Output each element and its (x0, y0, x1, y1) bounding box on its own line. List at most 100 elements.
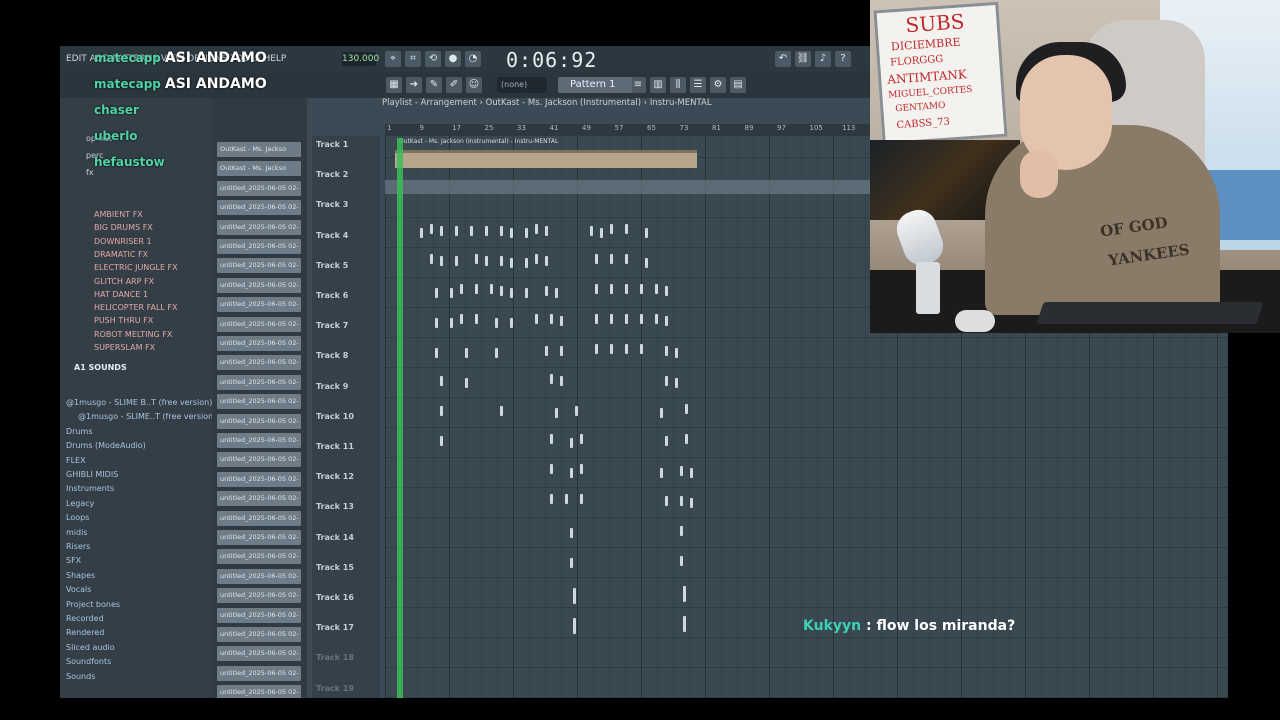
track-name[interactable]: Track 11 (316, 442, 354, 451)
sample-clip[interactable] (625, 344, 628, 354)
channel-button[interactable]: untitled_2025-06-05 02- (217, 588, 301, 604)
sample-clip[interactable] (525, 288, 528, 298)
sample-clip[interactable] (455, 226, 458, 236)
channel-button[interactable]: untitled_2025-06-05 02- (217, 316, 301, 332)
browser-folder[interactable]: FLEX (66, 456, 86, 465)
sample-clip[interactable] (435, 288, 438, 298)
track-name[interactable]: Track 7 (316, 321, 348, 330)
sample-clip[interactable] (665, 436, 668, 446)
channel-button[interactable]: untitled_2025-06-05 02- (217, 297, 301, 313)
sample-clip[interactable] (665, 376, 668, 386)
sample-clip[interactable] (660, 408, 663, 418)
channel-button[interactable]: untitled_2025-06-05 02- (217, 394, 301, 410)
channel-button[interactable]: untitled_2025-06-05 02- (217, 433, 301, 448)
sample-clip[interactable] (685, 434, 688, 444)
channel-button[interactable]: untitled_2025-06-05 02- (217, 646, 301, 662)
sample-clip[interactable] (595, 284, 598, 294)
channel-button[interactable]: untitled_2025-06-05 02- (217, 258, 301, 274)
channel-button[interactable]: untitled_2025-06-05 02- (217, 510, 301, 526)
track-name[interactable]: Track 6 (316, 291, 348, 300)
channel-button[interactable]: untitled_2025-06-05 02- (217, 665, 301, 681)
browser-folder[interactable]: @1musgo - SLIME..T (free version) (78, 412, 216, 421)
sample-clip[interactable] (610, 254, 613, 264)
browser-folder[interactable]: Risers (66, 542, 90, 551)
channel-button[interactable]: untitled_2025-06-05 02- (217, 491, 301, 507)
sample-clip[interactable] (683, 586, 686, 602)
channel-button[interactable]: untitled_2025-06-05 02- (217, 239, 301, 254)
sample-clip[interactable] (645, 258, 648, 268)
channel-button[interactable]: untitled_2025-06-05 02- (217, 413, 301, 429)
channel-button[interactable]: untitled_2025-06-05 02- (217, 530, 301, 545)
sample-clip[interactable] (430, 224, 433, 234)
sample-clip[interactable] (680, 556, 683, 566)
sample-clip[interactable] (535, 314, 538, 324)
channel-button[interactable]: untitled_2025-06-05 02- (217, 471, 301, 487)
sample-clip[interactable] (680, 526, 683, 536)
track-name[interactable]: Track 15 (316, 563, 354, 572)
browser-folder[interactable]: Project bones (66, 600, 120, 609)
mic-icon[interactable]: ♪ (815, 51, 831, 67)
record-mode-icon[interactable]: ● (445, 51, 461, 67)
sample-clip[interactable] (535, 224, 538, 234)
sample-clip[interactable] (525, 258, 528, 268)
browser-folder[interactable]: Soundfonts (66, 657, 111, 666)
sample-clip[interactable] (625, 314, 628, 324)
sample-clip[interactable] (435, 348, 438, 358)
browser-folder[interactable]: Vocals (66, 585, 91, 594)
sample-clip[interactable] (500, 406, 503, 416)
sample-clip[interactable] (510, 258, 513, 268)
sample-clip[interactable] (495, 348, 498, 358)
sample-clip[interactable] (485, 256, 488, 266)
browser-folder[interactable]: Loops (66, 513, 89, 522)
sample-clip[interactable] (570, 528, 573, 538)
browser-fx-item[interactable]: AMBIENT FX (94, 210, 143, 219)
browser-item[interactable]: fx (86, 168, 94, 177)
sample-clip[interactable] (665, 316, 668, 326)
sample-clip[interactable] (440, 436, 443, 446)
sample-clip[interactable] (455, 256, 458, 266)
sample-clip[interactable] (545, 286, 548, 296)
sample-clip[interactable] (625, 224, 628, 234)
sample-clip[interactable] (465, 378, 468, 388)
sample-clip[interactable] (645, 228, 648, 238)
sample-clip[interactable] (560, 316, 563, 326)
sample-clip[interactable] (610, 284, 613, 294)
browser-folder[interactable]: Rendered (66, 628, 104, 637)
sample-clip[interactable] (440, 406, 443, 416)
browser-fx-item[interactable]: ELECTRIC JUNGLE FX (94, 263, 178, 272)
brush-icon[interactable]: ✐ (446, 77, 462, 93)
sample-clip[interactable] (550, 464, 553, 474)
sample-clip[interactable] (440, 256, 443, 266)
track-name[interactable]: Track 8 (316, 351, 348, 360)
sample-clip[interactable] (590, 226, 593, 236)
sample-clip[interactable] (550, 494, 553, 504)
sample-clip[interactable] (595, 314, 598, 324)
sample-clip[interactable] (660, 468, 663, 478)
sample-clip[interactable] (665, 286, 668, 296)
keyboard-icon[interactable]: ▦ (386, 77, 402, 93)
sample-clip[interactable] (545, 256, 548, 266)
loop-icon[interactable]: ⟲ (425, 51, 441, 67)
sample-clip[interactable] (580, 494, 583, 504)
playlist-icon[interactable]: ≡ (630, 77, 646, 93)
sample-clip[interactable] (680, 496, 683, 506)
sample-clip[interactable] (570, 558, 573, 568)
browser-fx-item[interactable]: BIG DRUMS FX (94, 223, 153, 232)
sample-clip[interactable] (665, 496, 668, 506)
mixer-icon[interactable]: ⫼ (670, 77, 686, 93)
track-name[interactable]: Track 4 (316, 231, 348, 240)
sample-clip[interactable] (460, 314, 463, 324)
track-name[interactable]: Track 14 (316, 533, 354, 542)
sample-clip[interactable] (440, 376, 443, 386)
sample-clip[interactable] (490, 284, 493, 294)
sample-clip[interactable] (420, 228, 423, 238)
channel-button[interactable]: OutKast - Ms. Jackso (217, 161, 301, 177)
browser-fx-item[interactable]: PUSH THRU FX (94, 316, 153, 325)
browser-fx-item[interactable]: GLITCH ARP FX (94, 277, 154, 286)
channel-button[interactable]: untitled_2025-06-05 02- (217, 452, 301, 468)
plugin-icon[interactable]: ⚙ (710, 77, 726, 93)
track-name[interactable]: Track 19 (316, 684, 354, 693)
sample-clip[interactable] (573, 588, 576, 604)
sample-clip[interactable] (680, 466, 683, 476)
sample-clip[interactable] (690, 468, 693, 478)
